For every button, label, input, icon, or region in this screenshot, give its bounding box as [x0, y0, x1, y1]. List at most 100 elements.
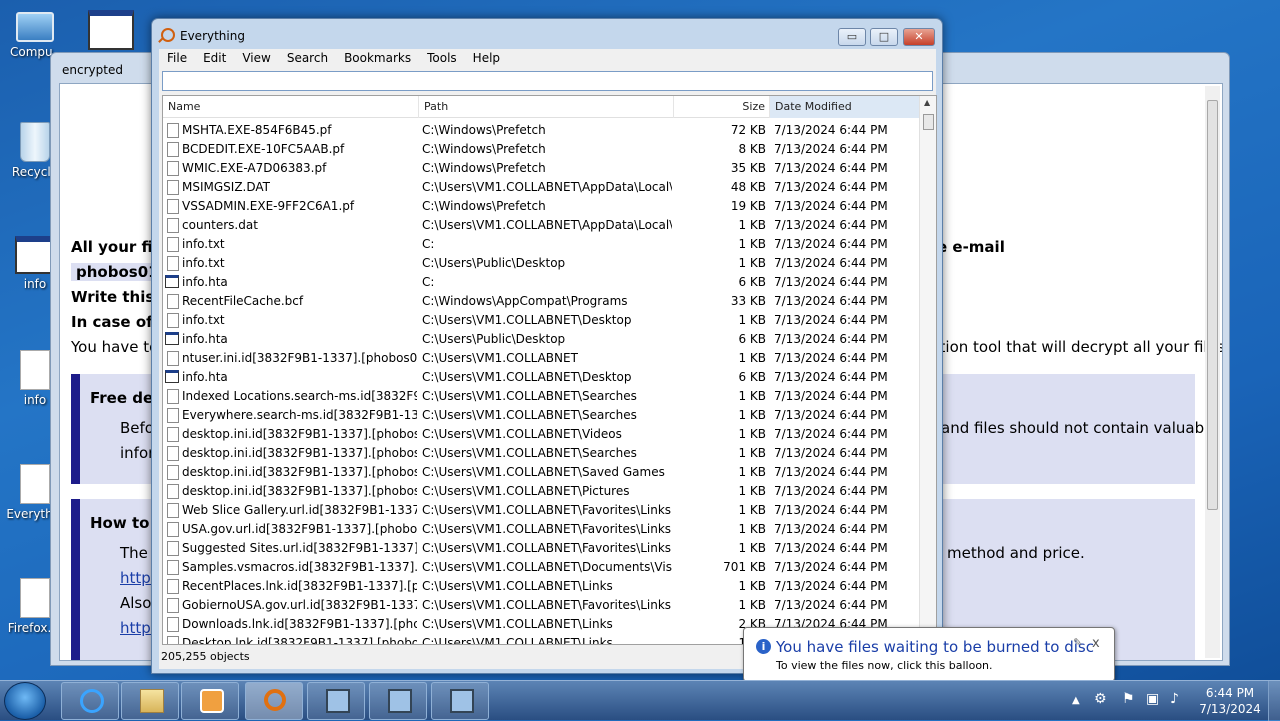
column-separator[interactable] [769, 96, 770, 118]
table-row[interactable]: desktop.ini.id[3832F9B1-1337].[phobos01.… [163, 462, 920, 481]
file-date: 7/13/2024 6:44 PM [774, 199, 888, 213]
table-row[interactable]: ntuser.ini.id[3832F9B1-1337].[phobos01@.… [163, 348, 920, 367]
burn-disc-tray-icon[interactable]: ⚙ [1094, 691, 1107, 707]
column-separator[interactable] [673, 96, 674, 118]
table-row[interactable]: WMIC.EXE-A7D06383.pf C:\Windows\Prefetch 3… [163, 158, 920, 177]
file-name: MSIMGSIZ.DAT [182, 180, 270, 194]
system-clock[interactable]: 6:44 PM 7/13/2024 [1190, 685, 1270, 717]
file-date: 7/13/2024 6:44 PM [774, 503, 888, 517]
column-size[interactable]: Size [683, 100, 765, 113]
file-icon [167, 408, 179, 423]
table-row[interactable]: Web Slice Gallery.url.id[3832F9B1-1337].… [163, 500, 920, 519]
file-size: 1 KB [738, 598, 766, 612]
file-path: C:\Windows\Prefetch [422, 161, 546, 175]
taskbar-explorer[interactable] [121, 682, 179, 720]
table-row[interactable]: info.hta C:\Users\Public\Desktop 6 KB 7/13/… [163, 329, 920, 348]
table-row[interactable]: counters.dat C:\Users\VM1.COLLABNET\AppDa… [163, 215, 920, 234]
scrollbar-thumb[interactable] [923, 114, 934, 130]
menu-search[interactable]: Search [279, 49, 336, 67]
table-row[interactable]: GobiernoUSA.gov.url.id[3832F9B1-1337].[.… [163, 595, 920, 614]
ransom-line: ption tool that will decrypt all your fi… [930, 338, 1223, 356]
menu-file[interactable]: File [159, 49, 195, 67]
table-row[interactable]: info.txt C:\Users\Public\Desktop 1 KB 7/13/… [163, 253, 920, 272]
burn-notification-balloon[interactable]: i You have files waiting to be burned to… [743, 627, 1115, 682]
file-size: 35 KB [730, 161, 766, 175]
file-date: 7/13/2024 6:44 PM [774, 579, 888, 593]
table-row[interactable]: desktop.ini.id[3832F9B1-1337].[phobos01.… [163, 481, 920, 500]
taskbar-remote-desktop-3[interactable] [431, 682, 489, 720]
column-path[interactable]: Path [424, 100, 448, 113]
table-row[interactable]: VSSADMIN.EXE-9FF2C6A1.pf C:\Windows\Prefe… [163, 196, 920, 215]
table-row[interactable]: RecentFileCache.bcf C:\Windows\AppCompat\… [163, 291, 920, 310]
scroll-up-arrow-icon[interactable]: ▲ [924, 98, 930, 107]
vertical-scrollbar[interactable] [1205, 86, 1220, 658]
table-row[interactable]: Indexed Locations.search-ms.id[3832F9B1.… [163, 386, 920, 405]
file-icon [167, 617, 179, 632]
table-row[interactable]: MSHTA.EXE-854F6B45.pf C:\Windows\Prefetch… [163, 120, 920, 139]
title-bar[interactable]: Everything ▭ □ ✕ [152, 19, 942, 49]
table-row[interactable]: RecentPlaces.lnk.id[3832F9B1-1337].[phob… [163, 576, 920, 595]
file-path: C:\Users\VM1.COLLABNET\AppData\Local\... [422, 180, 672, 194]
table-row[interactable]: info.hta C:\Users\VM1.COLLABNET\Desktop 6 … [163, 367, 920, 386]
show-desktop-button[interactable] [1268, 681, 1280, 721]
ransom-line: Write this [71, 288, 155, 306]
column-name[interactable]: Name [168, 100, 200, 113]
status-bar-count: 205,255 objects [161, 650, 250, 663]
taskbar-remote-desktop-2[interactable] [369, 682, 427, 720]
search-input[interactable] [162, 71, 933, 91]
everything-window[interactable]: Everything ▭ □ ✕ File Edit View Search B… [151, 18, 943, 674]
table-row[interactable]: Samples.vsmacros.id[3832F9B1-1337].[ph..… [163, 557, 920, 576]
table-row[interactable]: MSIMGSIZ.DAT C:\Users\VM1.COLLABNET\AppDa… [163, 177, 920, 196]
file-icon [167, 389, 179, 404]
table-row[interactable]: info.txt C: 1 KB 7/13/2024 6:44 PM [163, 234, 920, 253]
scrollbar-thumb[interactable] [1207, 100, 1218, 510]
show-hidden-icons-icon[interactable]: ▲ [1072, 695, 1080, 706]
file-size: 1 KB [738, 465, 766, 479]
table-row[interactable]: BCDEDIT.EXE-10FC5AAB.pf C:\Windows\Prefet… [163, 139, 920, 158]
minimize-button[interactable]: ▭ [838, 28, 866, 46]
file-size: 1 KB [738, 313, 766, 327]
taskbar-ie[interactable] [61, 682, 119, 720]
table-row[interactable]: Everywhere.search-ms.id[3832F9B1-1337]..… [163, 405, 920, 424]
action-center-flag-icon[interactable]: ⚑ [1122, 691, 1135, 707]
panel-text: method and price. [947, 544, 1085, 562]
menu-view[interactable]: View [234, 49, 278, 67]
file-path: C:\Windows\Prefetch [422, 142, 546, 156]
list-scrollbar[interactable]: ▲ [919, 96, 936, 644]
menu-help[interactable]: Help [465, 49, 508, 67]
file-path: C:\Users\VM1.COLLABNET\Links [422, 636, 613, 645]
network-icon[interactable]: ▣ [1146, 691, 1159, 707]
file-icon [167, 142, 179, 157]
maximize-button[interactable]: □ [870, 28, 898, 46]
taskbar-everything[interactable] [245, 682, 303, 720]
table-row[interactable]: USA.gov.url.id[3832F9B1-1337].[phobos01.… [163, 519, 920, 538]
balloon-close-button[interactable]: x [1092, 636, 1100, 651]
column-separator[interactable] [418, 96, 419, 118]
file-path: C:\Users\VM1.COLLABNET\AppData\Local\... [422, 218, 672, 232]
email-address: phobos01 [71, 263, 164, 281]
desktop-icon-window[interactable] [76, 10, 146, 53]
volume-muted-icon[interactable]: ♪ [1170, 691, 1179, 707]
table-row[interactable]: Suggested Sites.url.id[3832F9B1-1337].[p… [163, 538, 920, 557]
file-icon [167, 427, 179, 442]
menu-tools[interactable]: Tools [419, 49, 465, 67]
file-name: RecentFileCache.bcf [182, 294, 304, 308]
table-row[interactable]: info.hta C: 6 KB 7/13/2024 6:44 PM [163, 272, 920, 291]
column-date-modified[interactable]: Date Modified [775, 100, 852, 113]
file-size: 1 KB [738, 351, 766, 365]
menu-bookmarks[interactable]: Bookmarks [336, 49, 419, 67]
start-button[interactable] [4, 682, 46, 720]
close-button[interactable]: ✕ [903, 28, 935, 46]
taskbar-remote-desktop-1[interactable] [307, 682, 365, 720]
table-row[interactable]: desktop.ini.id[3832F9B1-1337].[phobos01.… [163, 443, 920, 462]
menu-edit[interactable]: Edit [195, 49, 234, 67]
menu-bar: File Edit View Search Bookmarks Tools He… [159, 49, 936, 67]
window-title: encrypted [62, 63, 123, 77]
taskbar-media-player[interactable] [181, 682, 239, 720]
file-path: C:\Users\VM1.COLLABNET\Videos [422, 427, 622, 441]
file-size: 6 KB [738, 332, 766, 346]
table-row[interactable]: info.txt C:\Users\VM1.COLLABNET\Desktop 1 … [163, 310, 920, 329]
results-list[interactable]: Name Path Size Date Modified MSHTA.EXE-8… [162, 95, 937, 645]
table-row[interactable]: desktop.ini.id[3832F9B1-1337].[phobos01.… [163, 424, 920, 443]
file-date: 7/13/2024 6:44 PM [774, 180, 888, 194]
